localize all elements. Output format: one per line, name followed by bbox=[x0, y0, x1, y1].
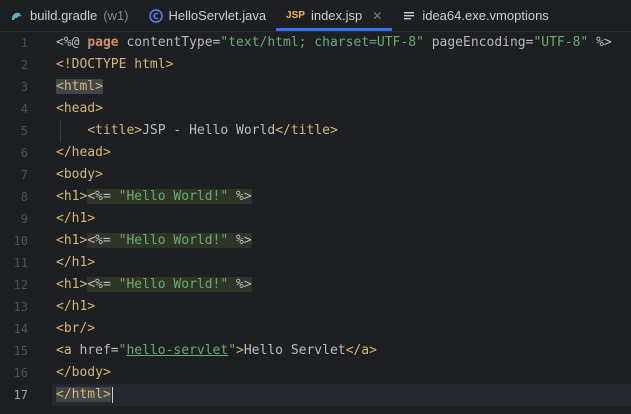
code-token: <!DOCTYPE html> bbox=[56, 57, 174, 72]
code-token: <%@ bbox=[56, 35, 88, 50]
code-line-12[interactable]: <h1><%= "Hello World!" %> bbox=[56, 274, 631, 296]
code-token: <a bbox=[56, 343, 80, 358]
code-token: = bbox=[110, 343, 119, 358]
code-token: "Hello World!" bbox=[118, 277, 229, 292]
code-token: "Hello World!" bbox=[118, 189, 229, 204]
code-token: </h1> bbox=[56, 211, 96, 226]
code-token: </title> bbox=[275, 123, 338, 138]
code-token: <body> bbox=[56, 167, 103, 182]
code-token: JSP - Hello World bbox=[142, 123, 276, 138]
code-token: "UTF-8" bbox=[533, 35, 589, 50]
code-token: "text/html; charset=UTF-8" bbox=[220, 35, 424, 50]
gradle-icon bbox=[10, 9, 24, 23]
code-line-13[interactable]: </h1> bbox=[56, 296, 631, 318]
code-token: "Hello World!" bbox=[118, 233, 229, 248]
close-icon[interactable]: ✕ bbox=[372, 9, 382, 23]
code-line-14[interactable]: <br/> bbox=[56, 318, 631, 340]
code-token: " bbox=[228, 343, 237, 358]
code-token: contentType bbox=[126, 35, 213, 50]
code-line-11[interactable]: </h1> bbox=[56, 252, 631, 274]
tab-hello-servlet-java[interactable]: HelloServlet.java bbox=[139, 0, 277, 31]
code-token: <h1> bbox=[56, 189, 88, 204]
code-token: %> bbox=[228, 233, 252, 248]
code-token: href bbox=[79, 343, 111, 358]
tab-idea64-vmoptions[interactable]: idea64.exe.vmoptions bbox=[392, 0, 558, 31]
code-line-15[interactable]: <a href="hello-servlet">Hello Servlet</a… bbox=[56, 340, 631, 362]
code-token-matched-tag: <html> bbox=[56, 79, 103, 94]
code-token: > bbox=[236, 343, 244, 358]
code-token: </a> bbox=[345, 343, 377, 358]
code-token: %> bbox=[228, 189, 252, 204]
tab-label: index.jsp bbox=[310, 8, 363, 23]
code-line-9[interactable]: </h1> bbox=[56, 208, 631, 230]
code-line-7[interactable]: <body> bbox=[56, 164, 631, 186]
code-token: <%= bbox=[87, 189, 119, 204]
editor-tab-bar: build.gradle (w1) HelloServlet.java JSP … bbox=[0, 0, 631, 32]
jsp-icon: JSP bbox=[286, 10, 305, 21]
tab-label: idea64.exe.vmoptions bbox=[422, 8, 549, 23]
code-line-3[interactable]: <html> bbox=[56, 76, 631, 98]
code-link-href[interactable]: hello-servlet bbox=[126, 343, 228, 358]
text-cursor bbox=[111, 386, 113, 403]
code-token: </head> bbox=[56, 145, 111, 160]
code-token: </body> bbox=[56, 365, 111, 380]
code-editor[interactable]: 1 2 3 4 5 6 7 8 9 10 11 12 13 14 15 16 1… bbox=[0, 32, 631, 414]
code-token: <%= bbox=[87, 233, 119, 248]
code-token-matched-tag: </html> bbox=[56, 387, 111, 402]
code-token: page bbox=[87, 35, 119, 50]
code-line-5[interactable]: <title>JSP - Hello World</title> bbox=[56, 120, 631, 142]
code-token: </h1> bbox=[56, 255, 96, 270]
code-content: <%@ page contentType = "text/html; charset… bbox=[0, 32, 631, 414]
code-line-6[interactable]: </head> bbox=[56, 142, 631, 164]
code-token: <br/> bbox=[56, 321, 96, 336]
tab-build-gradle[interactable]: build.gradle (w1) bbox=[0, 0, 139, 31]
code-token: <%= bbox=[87, 277, 119, 292]
code-token: <title> bbox=[87, 123, 143, 138]
code-token: <head> bbox=[56, 101, 103, 116]
code-token: pageEncoding bbox=[431, 35, 526, 50]
code-token: %> bbox=[588, 35, 612, 50]
code-token: <h1> bbox=[56, 277, 88, 292]
tab-index-jsp[interactable]: JSP index.jsp ✕ bbox=[276, 0, 393, 31]
code-token: </h1> bbox=[56, 299, 96, 314]
tab-label-suffix: (w1) bbox=[103, 8, 129, 23]
text-file-icon bbox=[402, 9, 416, 23]
code-line-17[interactable]: </html> bbox=[56, 384, 631, 406]
code-line-16[interactable]: </body> bbox=[56, 362, 631, 384]
code-token: Hello Servlet bbox=[243, 343, 346, 358]
tab-label: HelloServlet.java bbox=[168, 8, 267, 23]
code-token: <h1> bbox=[56, 233, 88, 248]
code-line-8[interactable]: <h1><%= "Hello World!" %> bbox=[56, 186, 631, 208]
code-line-4[interactable]: <head> bbox=[56, 98, 631, 120]
code-line-10[interactable]: <h1><%= "Hello World!" %> bbox=[56, 230, 631, 252]
code-line-2[interactable]: <!DOCTYPE html> bbox=[56, 54, 631, 76]
tab-label: build.gradle bbox=[30, 8, 98, 23]
java-class-icon bbox=[148, 8, 163, 23]
code-line-1[interactable]: <%@ page contentType="text/html; charset… bbox=[56, 32, 631, 54]
code-token: %> bbox=[228, 277, 252, 292]
